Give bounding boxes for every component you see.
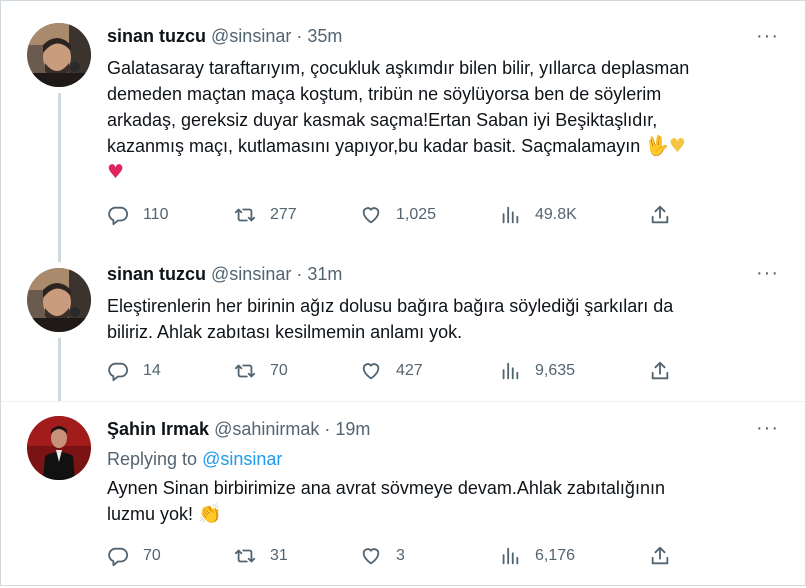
avatar[interactable]	[27, 416, 91, 480]
share-button[interactable]	[649, 544, 671, 568]
views-count: 49.8K	[535, 206, 577, 223]
tweet-text-line: arkadaş, gereksiz duyar kasmak saçma!Ert…	[107, 110, 658, 130]
retweet-button[interactable]: 70	[234, 359, 288, 383]
share-icon	[651, 205, 669, 224]
views-icon	[502, 362, 519, 380]
like-count: 427	[396, 362, 423, 379]
tweet-2[interactable]: sinan tuzcu @sinsinar · 31m Eleştirenler…	[1, 246, 805, 401]
retweet-button[interactable]: 31	[234, 544, 288, 568]
like-count: 1,025	[396, 206, 437, 223]
retweet-button[interactable]: 277	[234, 203, 297, 227]
reply-count: 14	[143, 362, 161, 379]
retweet-count: 31	[270, 547, 288, 564]
tweet-text: Eleştirenlerin her birinin ağız dolusu b…	[107, 293, 785, 345]
tweet-text-line: Aynen Sinan birbirimize ana avrat sövmey…	[107, 478, 665, 498]
share-icon	[651, 361, 669, 380]
tweet-time[interactable]: 19m	[335, 419, 370, 439]
views-icon	[502, 547, 519, 565]
retweet-count: 70	[270, 362, 288, 379]
avatar[interactable]	[27, 23, 91, 87]
tweet-time[interactable]: 35m	[307, 26, 342, 46]
retweet-icon	[234, 208, 256, 222]
reply-icon	[108, 362, 129, 382]
like-count: 3	[396, 547, 405, 564]
avatar[interactable]	[27, 268, 91, 332]
retweet-count: 277	[270, 206, 297, 223]
tweet-header: Şahin Irmak @sahinirmak · 19m	[107, 417, 785, 441]
like-button[interactable]: 427	[360, 359, 423, 383]
views-icon	[502, 206, 519, 224]
more-icon[interactable]: ···	[756, 418, 779, 438]
tweet-content: sinan tuzcu @sinsinar · 31m Eleştirenler…	[107, 262, 785, 345]
reply-count: 110	[143, 206, 169, 223]
tweet-text-line: kazanmış maçı, kutlamasını yapıyor,bu ka…	[107, 133, 785, 159]
red-heart-emoji: ♥	[107, 161, 125, 183]
tweet-actions: 70 31 3 6,176	[107, 544, 669, 568]
heart-icon	[362, 207, 380, 224]
tweet-content: Şahin Irmak @sahinirmak · 19m Replying t…	[107, 417, 785, 527]
tweet-header: sinan tuzcu @sinsinar · 31m	[107, 262, 785, 286]
share-icon	[651, 546, 669, 565]
timeline-thread: sinan tuzcu @sinsinar · 35m Galatasaray …	[0, 0, 806, 586]
thread-line	[58, 93, 61, 262]
share-button[interactable]	[649, 359, 671, 383]
views-button[interactable]: 6,176	[499, 544, 575, 568]
tweet-text-line-content: luzmu yok!	[107, 504, 194, 524]
author-name[interactable]: Şahin Irmak	[107, 419, 209, 439]
tweet-header: sinan tuzcu @sinsinar · 35m	[107, 24, 785, 48]
tweet-3[interactable]: Şahin Irmak @sahinirmak · 19m Replying t…	[1, 401, 805, 588]
share-button[interactable]	[649, 203, 671, 227]
vulcan-salute-emoji: 🖖	[645, 135, 669, 157]
replying-to-label: Replying to	[107, 449, 203, 469]
tweet-content: sinan tuzcu @sinsinar · 35m Galatasaray …	[107, 24, 785, 185]
author-handle[interactable]: @sinsinar	[211, 264, 291, 284]
reply-button[interactable]: 110	[107, 203, 169, 227]
author-name[interactable]: sinan tuzcu	[107, 26, 206, 46]
author-handle[interactable]: @sinsinar	[211, 26, 291, 46]
separator-dot: ·	[324, 419, 331, 439]
like-button[interactable]: 1,025	[360, 203, 436, 227]
author-name[interactable]: sinan tuzcu	[107, 264, 206, 284]
tweet-text-line: demeden maçtan maça koştum, tribün ne sö…	[107, 84, 662, 104]
tweet-text-line: Galatasaray taraftarıyım, çocukluk aşkım…	[107, 58, 690, 78]
reply-button[interactable]: 14	[107, 359, 161, 383]
tweet-text-line: luzmu yok! 👏	[107, 501, 785, 527]
views-button[interactable]: 49.8K	[499, 203, 577, 227]
tweet-actions: 110 277 1,025 49.8K	[107, 203, 669, 227]
reply-count: 70	[143, 547, 161, 564]
separator-dot: ·	[296, 264, 303, 284]
tweet-text-line: ♥	[107, 159, 785, 185]
views-count: 6,176	[535, 547, 576, 564]
views-button[interactable]: 9,635	[499, 359, 575, 383]
replying-to-mention[interactable]: @sinsinar	[202, 449, 282, 469]
thread-line	[58, 338, 61, 401]
tweet-1[interactable]: sinan tuzcu @sinsinar · 35m Galatasaray …	[1, 1, 805, 262]
more-icon[interactable]: ···	[756, 263, 779, 283]
heart-icon	[362, 363, 380, 380]
retweet-icon	[234, 364, 256, 378]
tweet-text-line-content: kazanmış maçı, kutlamasını yapıyor,bu ka…	[107, 136, 641, 156]
more-icon[interactable]: ···	[756, 26, 779, 46]
retweet-icon	[234, 549, 256, 563]
replying-to: Replying to @sinsinar	[107, 447, 785, 471]
reply-icon	[108, 206, 129, 226]
like-button[interactable]: 3	[360, 544, 405, 568]
tweet-actions: 14 70 427 9,635	[107, 359, 669, 383]
yellow-heart-emoji: ♥	[668, 135, 686, 157]
views-count: 9,635	[535, 362, 576, 379]
tweet-text: Galatasaray taraftarıyım, çocukluk aşkım…	[107, 55, 785, 185]
tweet-time[interactable]: 31m	[307, 264, 342, 284]
heart-icon	[362, 548, 380, 565]
tweet-text-line: biliriz. Ahlak zabıtası kesilmemin anlam…	[107, 322, 463, 342]
separator-dot: ·	[296, 26, 303, 46]
tweet-text-line: Eleştirenlerin her birinin ağız dolusu b…	[107, 296, 674, 316]
clapping-hands-emoji: 👏	[198, 503, 222, 525]
reply-button[interactable]: 70	[107, 544, 161, 568]
tweet-text: Aynen Sinan birbirimize ana avrat sövmey…	[107, 475, 785, 527]
author-handle[interactable]: @sahinirmak	[214, 419, 319, 439]
reply-icon	[108, 547, 129, 567]
